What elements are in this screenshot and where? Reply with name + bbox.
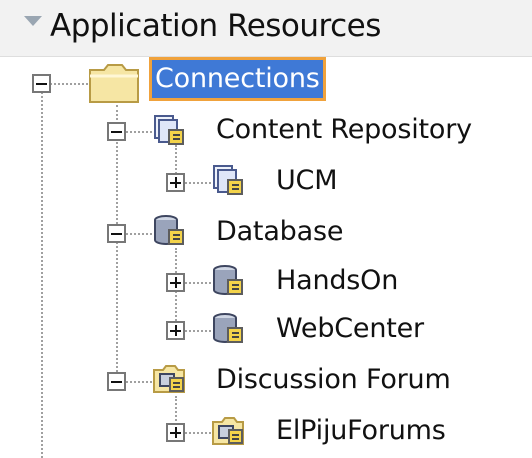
discussion-forum-connection-icon <box>212 417 244 445</box>
tree-guide-line <box>126 233 152 235</box>
tree-guide-line <box>185 432 211 434</box>
tree-node-label[interactable]: Content Repository <box>216 114 472 145</box>
collapse-toggle[interactable] <box>107 122 126 141</box>
tree-guide-line <box>50 83 88 85</box>
tree-guide-line <box>185 282 211 284</box>
database-connection-icon <box>213 313 243 343</box>
tree-node-label[interactable]: Database <box>216 216 343 247</box>
tree-node-label[interactable]: Connections <box>149 57 326 101</box>
collapse-toggle[interactable] <box>107 224 126 243</box>
tree-guide-line <box>41 92 43 458</box>
tree-guide-line <box>126 131 152 133</box>
tree-guide-line <box>126 381 152 383</box>
tree-guide-line <box>185 182 211 184</box>
content-repository-connection-icon <box>213 165 243 195</box>
expand-toggle[interactable] <box>166 321 185 340</box>
discussion-forum-connection-icon <box>153 365 185 393</box>
tree-node-label[interactable]: ElPijuForums <box>276 415 446 446</box>
content-repository-connection-icon <box>154 115 184 145</box>
tree-node-label[interactable]: HandsOn <box>276 265 398 296</box>
resource-tree: Connections Content Repository UCM Datab… <box>0 0 532 458</box>
tree-node-label[interactable]: WebCenter <box>276 313 424 344</box>
tree-guide-line <box>185 330 211 332</box>
folder-icon <box>89 64 139 103</box>
expand-toggle[interactable] <box>166 273 185 292</box>
database-connection-icon <box>213 265 243 295</box>
expand-toggle[interactable] <box>166 173 185 192</box>
tree-node-label[interactable]: UCM <box>276 165 338 196</box>
collapse-toggle[interactable] <box>32 74 51 93</box>
collapse-toggle[interactable] <box>107 372 126 391</box>
tree-node-label[interactable]: Discussion Forum <box>216 364 451 395</box>
database-connection-icon <box>154 215 184 245</box>
expand-toggle[interactable] <box>166 423 185 442</box>
